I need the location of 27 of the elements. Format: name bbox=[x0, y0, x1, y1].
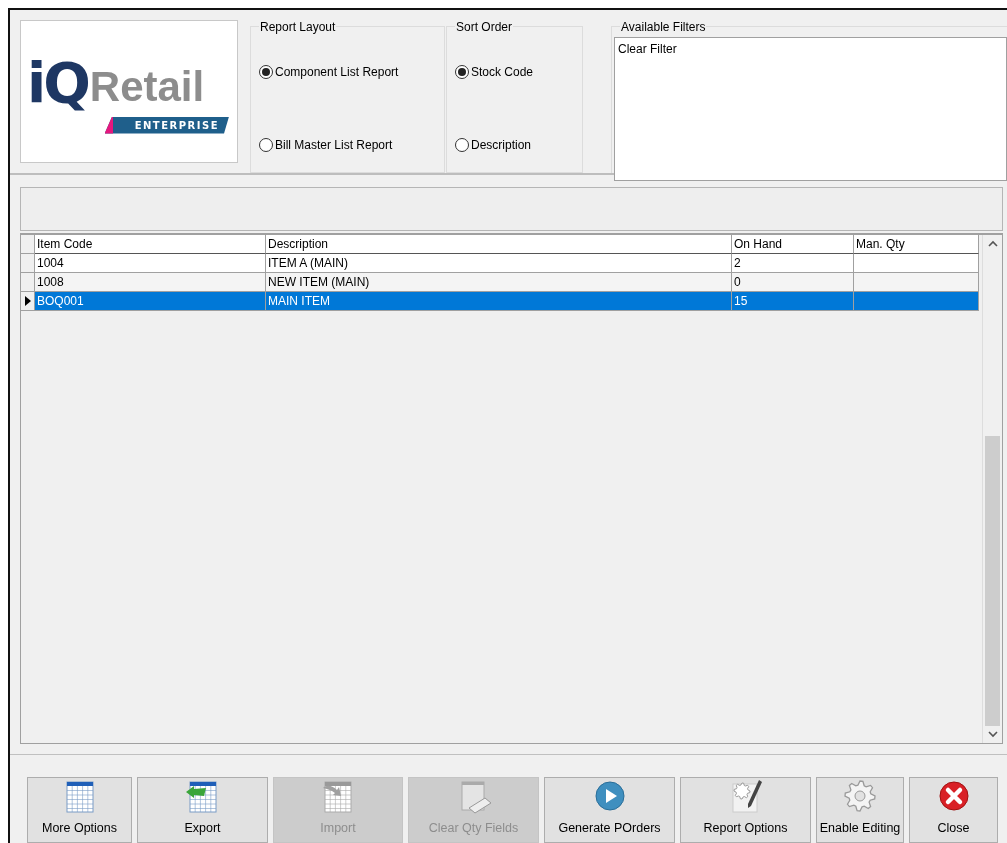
column-header[interactable]: On Hand bbox=[732, 234, 854, 254]
table-row[interactable]: 1004 ITEM A (MAIN) 2 bbox=[21, 253, 982, 273]
filter-list[interactable]: Clear Filter bbox=[614, 37, 1007, 181]
toolbar-button[interactable]: More Options bbox=[27, 777, 132, 843]
row-pointer-icon bbox=[24, 295, 31, 306]
column-header[interactable]: Description bbox=[266, 234, 732, 254]
radio-option[interactable]: Stock Code bbox=[455, 63, 576, 81]
toolbar-button[interactable]: Report Options bbox=[680, 777, 811, 843]
table-row[interactable]: 1008 NEW ITEM (MAIN) 0 bbox=[21, 272, 982, 292]
radio-option[interactable]: Description bbox=[455, 136, 576, 154]
table-row[interactable]: BOQ001 MAIN ITEM 15 bbox=[21, 291, 982, 311]
toolbar-button[interactable]: Generate POrders bbox=[544, 777, 675, 843]
column-header[interactable]: Man. Qty bbox=[854, 234, 979, 254]
logo-wordmark: Retail bbox=[89, 62, 205, 111]
filter-item[interactable]: Clear Filter bbox=[618, 40, 677, 58]
scroll-up-icon[interactable] bbox=[987, 239, 998, 247]
toolbar-button[interactable]: Close bbox=[909, 777, 998, 843]
scrollbar[interactable] bbox=[982, 234, 1002, 743]
radio-option[interactable]: Bill Master List Report bbox=[259, 136, 438, 154]
toolbar-button[interactable]: Enable Editing bbox=[816, 777, 904, 843]
toolbar-button[interactable]: Export bbox=[137, 777, 268, 843]
scrollbar-thumb[interactable] bbox=[985, 436, 1000, 726]
logo-tagline: ENTERPRISE bbox=[104, 116, 229, 134]
scroll-down-icon[interactable] bbox=[987, 731, 998, 738]
logo-mark: iQ bbox=[27, 49, 88, 115]
column-header[interactable]: Item Code bbox=[35, 234, 266, 254]
radio-option[interactable]: Component List Report bbox=[259, 63, 438, 81]
